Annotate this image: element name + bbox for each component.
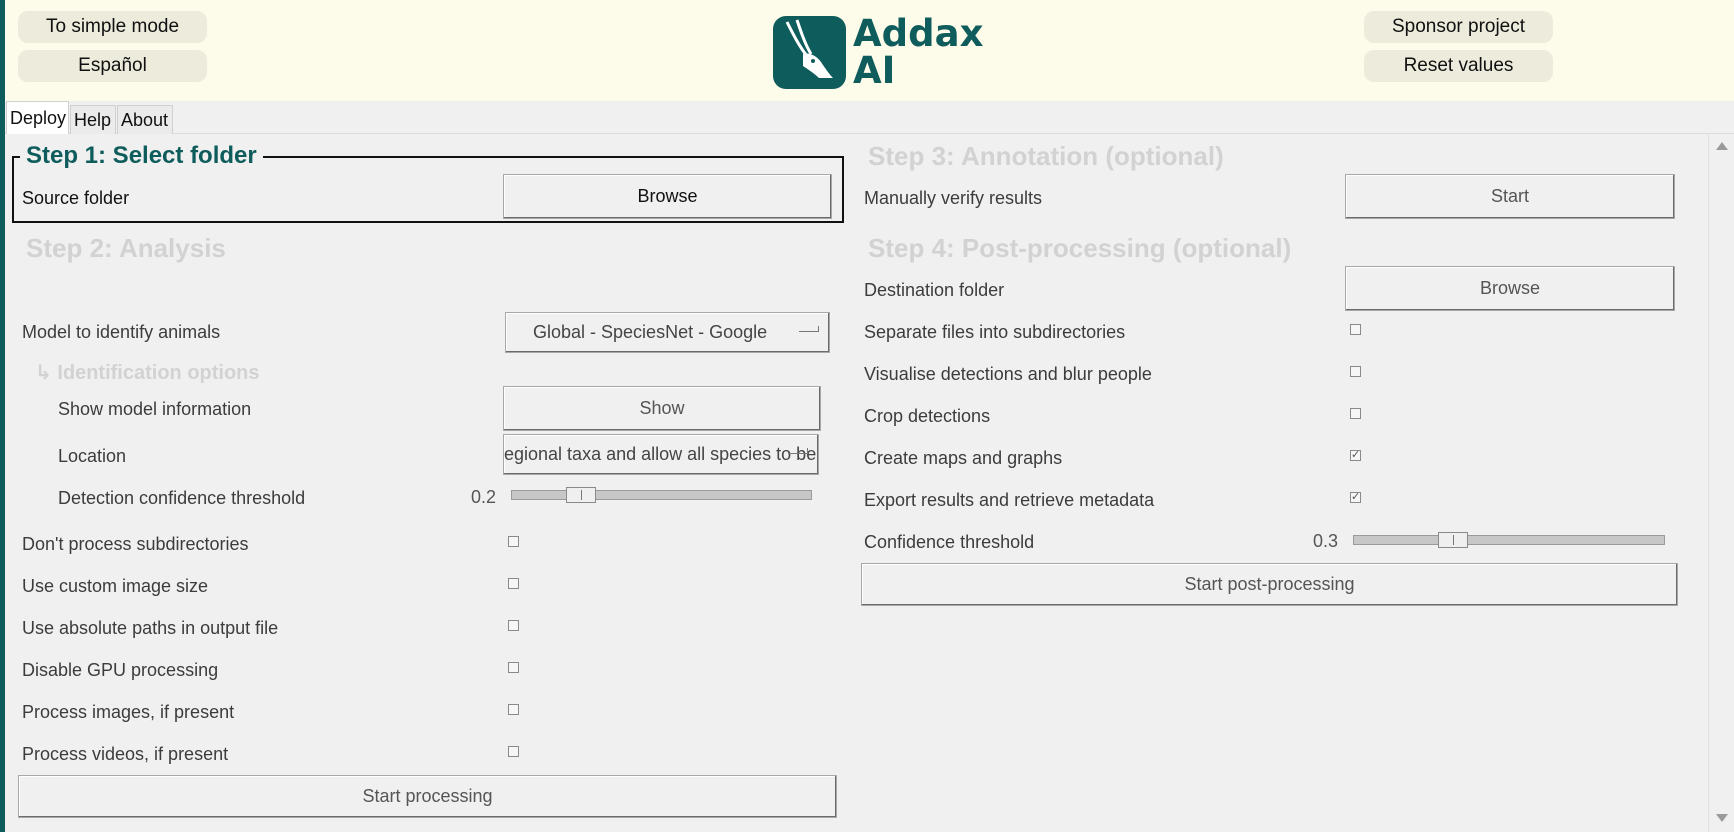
- tab-bar: [5, 101, 1734, 134]
- step2-option-checkbox[interactable]: [508, 536, 519, 547]
- step4-title: Step 4: Post-processing (optional): [868, 233, 1292, 263]
- detection-confidence-value: 0.2: [471, 487, 497, 507]
- step4-option-label: Visualise detections and blur people: [864, 364, 1152, 384]
- dropdown-arrow-icon: [799, 326, 819, 332]
- step4-option-label: Separate files into subdirectories: [864, 322, 1126, 342]
- step2-option-checkbox[interactable]: [508, 662, 519, 673]
- tab-about[interactable]: About: [117, 105, 173, 134]
- identification-options-title: ↳ Identification options: [35, 362, 260, 384]
- sponsor-button[interactable]: Sponsor project: [1364, 11, 1553, 43]
- step2-option-checkbox[interactable]: [508, 578, 519, 589]
- detection-confidence-slider[interactable]: [511, 487, 812, 503]
- deploy-panel: [5, 134, 1708, 832]
- step4-option-checkbox[interactable]: [1350, 408, 1361, 419]
- header: To simple mode Español Sponsor project R…: [5, 0, 1734, 101]
- slider-thumb[interactable]: [566, 487, 596, 503]
- step4-option-label: Create maps and graphs: [864, 448, 1063, 468]
- show-model-info-label: Show model information: [58, 399, 252, 419]
- step2-option-checkbox[interactable]: [508, 746, 519, 757]
- simple-mode-button[interactable]: To simple mode: [18, 11, 207, 43]
- step4-option-label: Crop detections: [864, 406, 991, 426]
- step2-option-label: Use absolute paths in output file: [22, 618, 279, 638]
- dropdown-arrow-icon: [788, 448, 808, 454]
- manually-verify-label: Manually verify results: [864, 188, 1043, 208]
- step2-title: Step 2: Analysis: [26, 233, 226, 263]
- step4-option-label: Export results and retrieve metadata: [864, 490, 1155, 510]
- logo: Addax AI: [773, 15, 983, 89]
- source-browse-button[interactable]: Browse: [503, 174, 832, 219]
- start-postprocessing-button[interactable]: Start post-processing: [861, 563, 1678, 606]
- step3-title: Step 3: Annotation (optional): [868, 141, 1224, 171]
- show-model-info-button[interactable]: Show: [503, 386, 821, 431]
- antelope-logo-icon: [773, 15, 846, 89]
- destination-browse-button[interactable]: Browse: [1345, 266, 1675, 311]
- logo-text-line1: Addax: [853, 12, 984, 55]
- logo-text-line2: AI: [853, 49, 896, 92]
- model-dropdown[interactable]: Global - SpeciesNet - Google: [505, 312, 830, 353]
- annotation-start-button[interactable]: Start: [1345, 174, 1675, 219]
- detection-confidence-label: Detection confidence threshold: [58, 488, 306, 508]
- start-processing-button[interactable]: Start processing: [18, 775, 837, 818]
- logo-text: Addax AI: [853, 15, 983, 89]
- step4-option-checkbox[interactable]: [1350, 366, 1361, 377]
- step2-option-label: Process videos, if present: [22, 744, 229, 764]
- model-dropdown-value: Global - SpeciesNet - Google: [533, 322, 768, 342]
- step4-option-checkbox[interactable]: ✓: [1350, 450, 1361, 461]
- destination-folder-label: Destination folder: [864, 280, 1005, 300]
- confidence-threshold-value: 0.3: [1313, 531, 1339, 551]
- language-button[interactable]: Español: [18, 50, 207, 82]
- step2-option-label: Disable GPU processing: [22, 660, 219, 680]
- tab-deploy[interactable]: Deploy: [6, 101, 69, 134]
- step4-option-checkbox[interactable]: [1350, 324, 1361, 335]
- slider-thumb[interactable]: [1438, 532, 1468, 548]
- step1-title: Step 1: Select folder: [20, 141, 263, 171]
- reset-button[interactable]: Reset values: [1364, 50, 1553, 82]
- location-dropdown-value: egional taxa and allow all species to be: [504, 444, 817, 464]
- step2-option-label: Use custom image size: [22, 576, 209, 596]
- model-label: Model to identify animals: [22, 322, 221, 342]
- step2-option-checkbox[interactable]: [508, 704, 519, 715]
- step4-option-checkbox[interactable]: ✓: [1350, 492, 1361, 503]
- location-label: Location: [58, 446, 127, 466]
- step2-option-label: Process images, if present: [22, 702, 235, 722]
- step2-option-label: Don't process subdirectories: [22, 534, 249, 554]
- source-folder-label: Source folder: [22, 188, 130, 208]
- location-dropdown[interactable]: egional taxa and allow all species to be: [503, 434, 819, 475]
- step2-option-checkbox[interactable]: [508, 620, 519, 631]
- scroll-up-icon[interactable]: [1716, 142, 1728, 150]
- tab-help[interactable]: Help: [70, 105, 116, 134]
- vertical-scrollbar[interactable]: [1708, 134, 1734, 832]
- confidence-threshold-slider[interactable]: [1353, 532, 1665, 548]
- confidence-threshold-label: Confidence threshold: [864, 532, 1035, 552]
- scroll-down-icon[interactable]: [1716, 814, 1728, 822]
